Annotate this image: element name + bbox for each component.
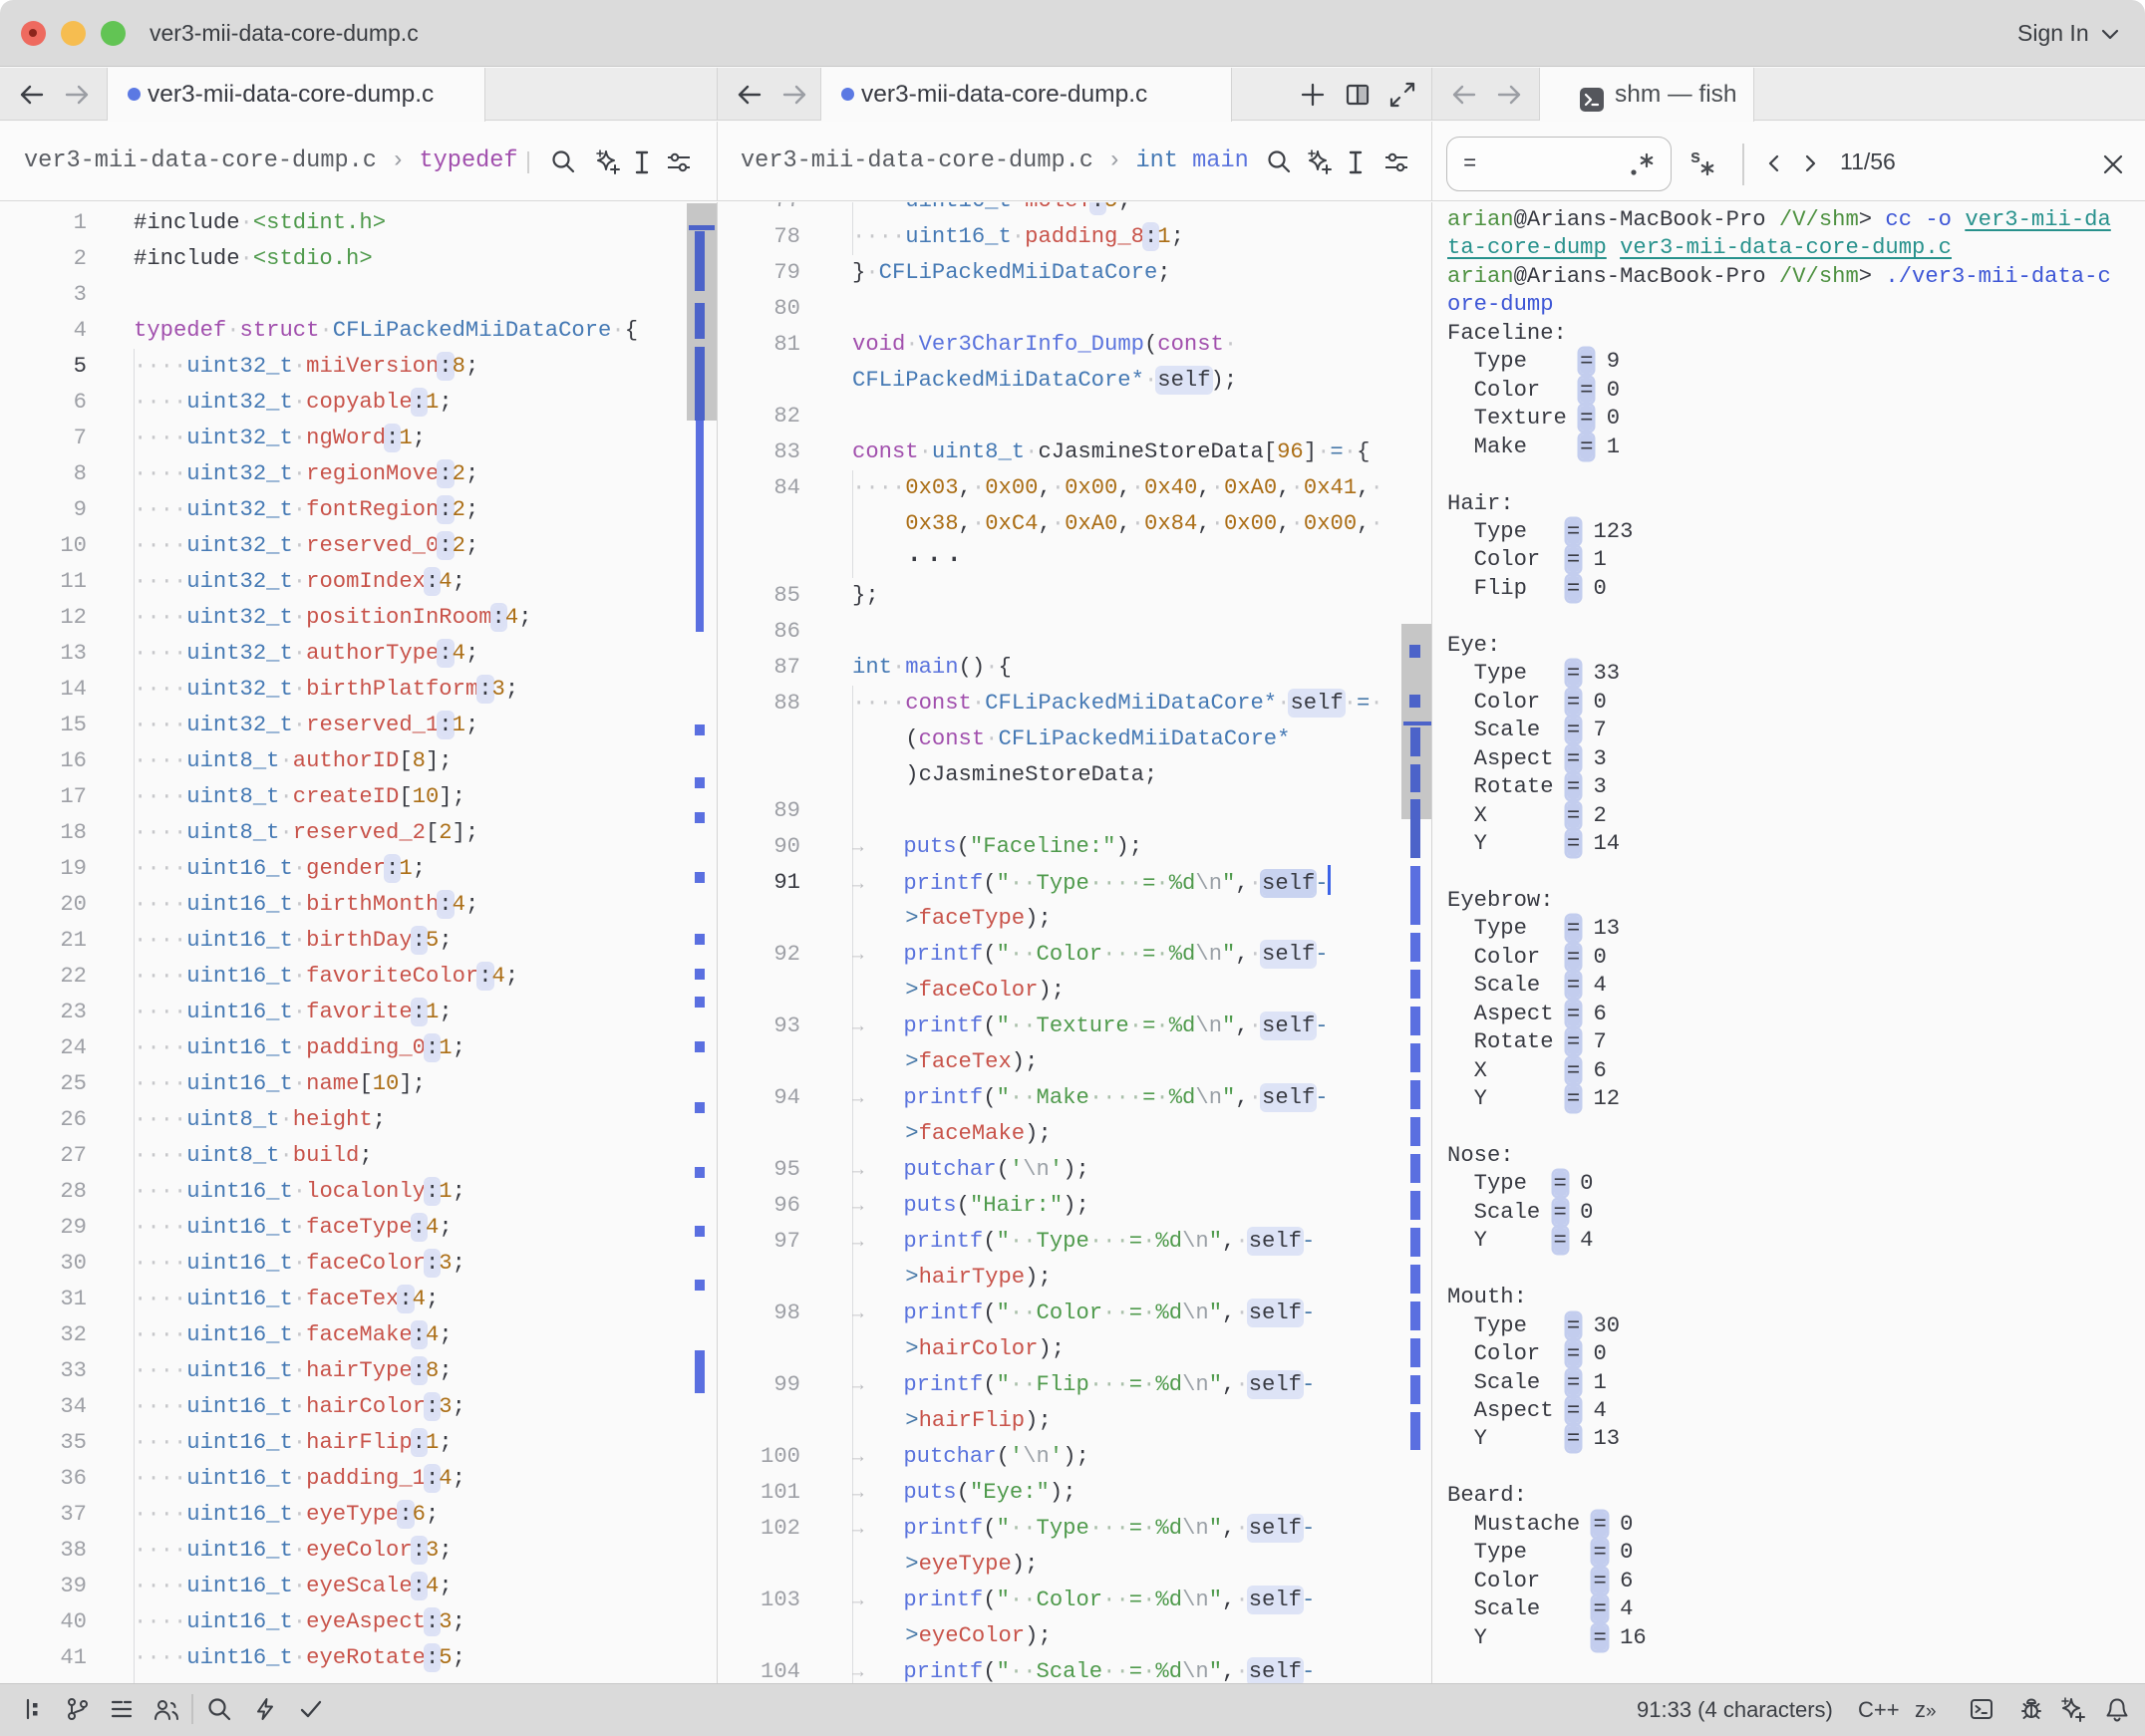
svg-text:s: s [1690,147,1700,166]
